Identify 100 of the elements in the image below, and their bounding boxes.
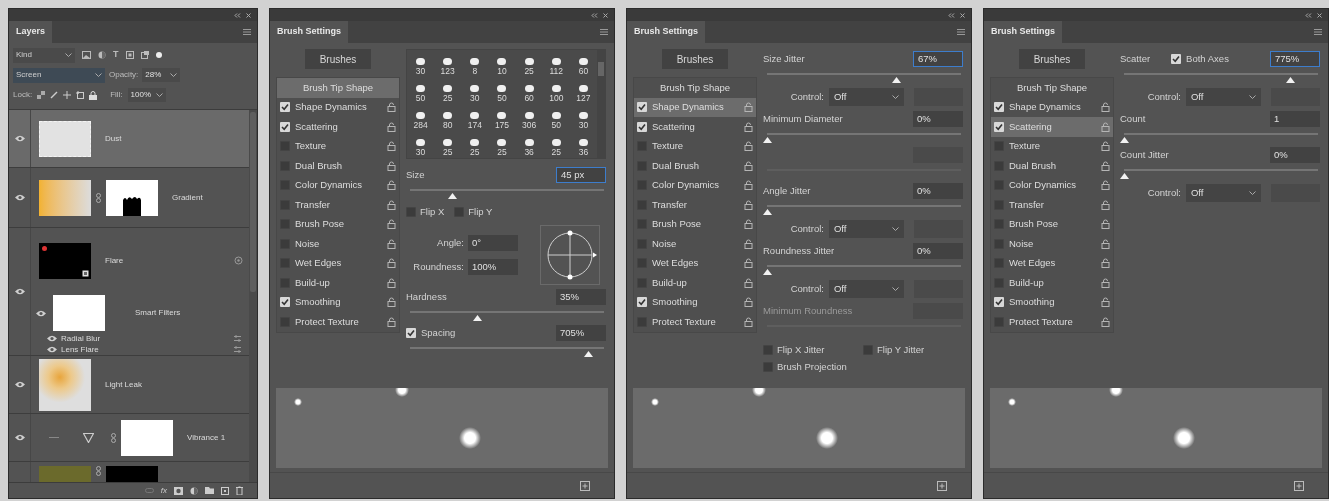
option-row[interactable]: Build-up xyxy=(277,273,399,293)
slider-thumb[interactable] xyxy=(763,209,772,215)
option-row[interactable]: Dual Brush xyxy=(991,156,1113,176)
lock-icon[interactable] xyxy=(387,160,396,171)
brush-tip-button[interactable]: 25 xyxy=(542,131,570,158)
eye-icon[interactable] xyxy=(36,309,46,317)
value-field[interactable]: 100% xyxy=(468,259,518,275)
option-row[interactable]: Smoothing xyxy=(277,292,399,312)
option-row[interactable]: Smoothing xyxy=(634,292,756,312)
new-brush-icon[interactable] xyxy=(937,480,947,491)
lock-icon[interactable] xyxy=(1101,297,1110,308)
lock-icon[interactable] xyxy=(744,219,753,230)
filter-dropdown[interactable]: Kind xyxy=(13,47,75,63)
value-field[interactable]: 775% xyxy=(1270,51,1320,67)
collapse-icon[interactable] xyxy=(1305,12,1312,18)
option-row[interactable]: Transfer xyxy=(634,195,756,215)
option-row[interactable]: Scattering xyxy=(991,117,1113,137)
option-row[interactable]: Color Dynamics xyxy=(634,175,756,195)
option-row[interactable]: Texture xyxy=(277,136,399,156)
lock-icon[interactable] xyxy=(744,160,753,171)
eye-icon[interactable] xyxy=(14,135,25,142)
slider-thumb[interactable] xyxy=(473,315,483,321)
panel-tab[interactable]: Brush Settings xyxy=(984,21,1062,43)
brush-tip-button[interactable]: 8 xyxy=(461,50,489,77)
checkbox[interactable] xyxy=(406,328,416,338)
checkbox[interactable] xyxy=(280,102,290,113)
eye-icon[interactable] xyxy=(14,194,25,201)
smart-filter-row[interactable]: Lens Flare xyxy=(31,344,249,355)
trash-icon[interactable] xyxy=(236,486,243,495)
smart-filter-row[interactable]: Radial Blur xyxy=(31,333,249,344)
layer-row[interactable]: Vibrance 1 xyxy=(9,414,249,462)
lock-icon[interactable] xyxy=(387,102,396,113)
brush-tip-button[interactable]: 80 xyxy=(434,104,462,131)
lock-icon[interactable] xyxy=(1101,102,1110,113)
option-row[interactable]: Wet Edges xyxy=(277,253,399,273)
new-brush-icon[interactable] xyxy=(1294,480,1304,491)
brush-tip-button[interactable]: 25 xyxy=(488,131,516,158)
new-brush-icon[interactable] xyxy=(580,480,590,491)
value-field[interactable]: 0% xyxy=(913,111,963,127)
panel-tab[interactable]: Brush Settings xyxy=(627,21,705,43)
option-row[interactable]: Protect Texture xyxy=(991,312,1113,332)
eye-icon[interactable] xyxy=(14,434,25,441)
control-dropdown[interactable]: Off xyxy=(1185,184,1261,202)
lock-icon[interactable] xyxy=(1101,180,1110,191)
option-row[interactable]: Protect Texture xyxy=(277,312,399,332)
type-filter-icon[interactable]: T xyxy=(113,48,119,62)
add-style-button[interactable]: fx xyxy=(160,484,167,497)
option-row[interactable]: Shape Dynamics xyxy=(634,97,756,117)
lock-icon[interactable] xyxy=(744,238,753,249)
slider-thumb[interactable] xyxy=(892,77,902,83)
lock-icon[interactable] xyxy=(387,199,396,210)
collapse-icon[interactable] xyxy=(948,12,955,18)
brush-tip-button[interactable]: 25 xyxy=(515,50,543,77)
option-row[interactable]: Brush Pose xyxy=(991,214,1113,234)
lock-icon[interactable] xyxy=(1101,316,1110,327)
control-dropdown[interactable]: Off xyxy=(1185,88,1261,106)
brushes-button[interactable]: Brushes xyxy=(305,49,371,69)
checkbox-option[interactable]: Flip X Jitter xyxy=(763,343,863,358)
brush-tip-button[interactable]: 36 xyxy=(515,131,543,158)
move-icon[interactable] xyxy=(63,91,72,99)
lock-icon[interactable] xyxy=(387,121,396,132)
panel-tab[interactable]: Brush Settings xyxy=(270,21,348,43)
option-row[interactable]: Shape Dynamics xyxy=(277,97,399,117)
option-row[interactable]: Brush Pose xyxy=(277,214,399,234)
slider-thumb[interactable] xyxy=(763,269,772,275)
slider-thumb[interactable] xyxy=(763,137,772,143)
brush-tip-button[interactable]: 30 xyxy=(407,50,435,77)
option-row[interactable]: Transfer xyxy=(277,195,399,215)
option-row[interactable]: Color Dynamics xyxy=(277,175,399,195)
eye-icon[interactable] xyxy=(14,288,25,295)
eye-icon[interactable] xyxy=(14,381,25,388)
artboard-icon[interactable] xyxy=(76,91,85,99)
lock-icon[interactable] xyxy=(744,141,753,152)
brush-tip-button[interactable]: 127 xyxy=(569,77,597,104)
panel-tab[interactable]: Layers xyxy=(9,21,53,43)
checkbox[interactable] xyxy=(637,297,647,308)
opacity-field[interactable]: 28% xyxy=(142,68,181,82)
value-field[interactable]: 0% xyxy=(1270,147,1320,163)
checkbox[interactable] xyxy=(406,207,416,217)
option-row[interactable]: Protect Texture xyxy=(634,312,756,332)
brush-tip-button[interactable]: 174 xyxy=(461,104,489,131)
brush-tip-button[interactable]: 60 xyxy=(515,77,543,104)
filter-options-icon[interactable] xyxy=(234,335,241,342)
slider-thumb[interactable] xyxy=(448,193,458,199)
option-row[interactable]: Color Dynamics xyxy=(991,175,1113,195)
brush-tip-button[interactable]: 284 xyxy=(407,104,435,131)
checkbox[interactable] xyxy=(863,345,873,356)
checkbox[interactable] xyxy=(1171,54,1182,64)
checkbox[interactable] xyxy=(994,297,1004,308)
brush-angle-widget[interactable] xyxy=(540,225,600,285)
adjustment-filter-icon[interactable] xyxy=(98,51,106,59)
checkbox[interactable] xyxy=(454,207,465,217)
value-field[interactable]: 1 xyxy=(1270,111,1320,127)
lock-icon[interactable] xyxy=(1101,141,1110,152)
slider-thumb[interactable] xyxy=(1286,77,1296,83)
brush-tip-button[interactable]: 112 xyxy=(542,50,570,77)
brush-tip-button[interactable]: 175 xyxy=(488,104,516,131)
lock-icon[interactable] xyxy=(744,199,753,210)
lock-icon[interactable] xyxy=(387,277,396,288)
lock-icon[interactable] xyxy=(744,121,753,132)
